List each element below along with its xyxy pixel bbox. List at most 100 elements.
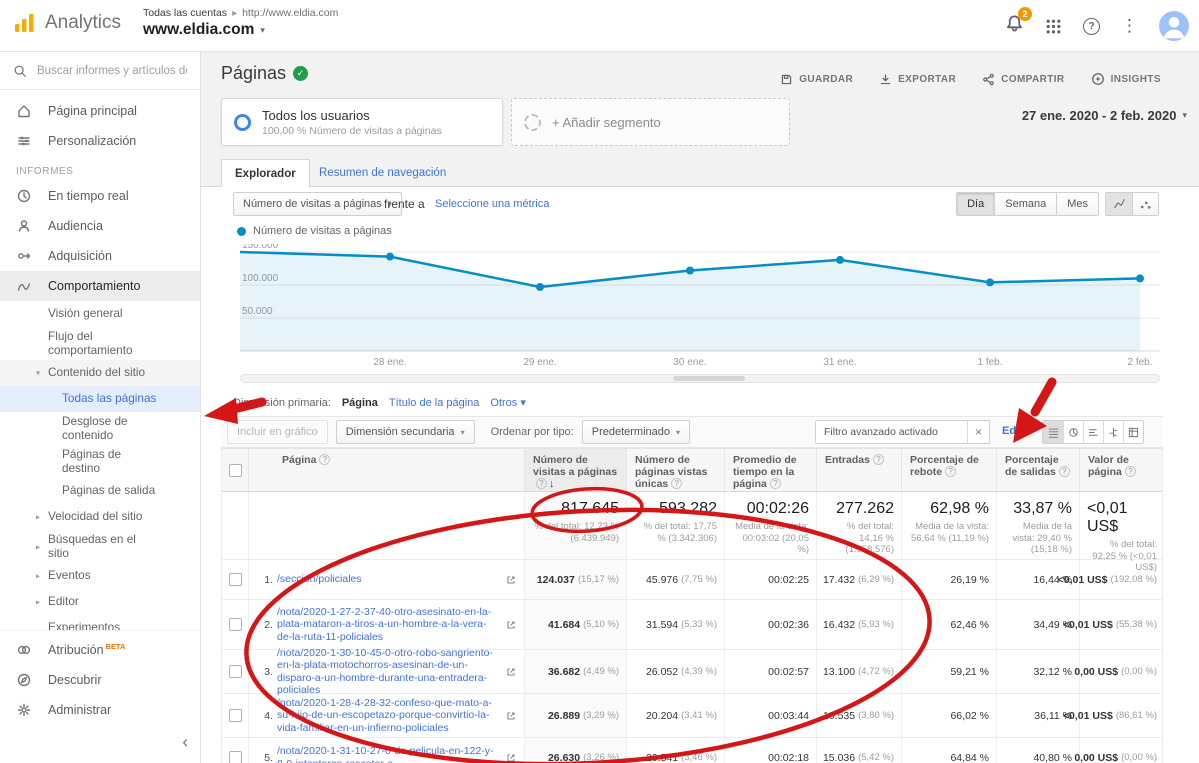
add-segment-card[interactable]: + Añadir segmento bbox=[511, 98, 790, 146]
sidebar-item-site-search[interactable]: ▸ Búsquedas en el sitio bbox=[0, 530, 200, 563]
breadcrumb-property[interactable]: http://www.eldia.com bbox=[242, 7, 338, 19]
line-chart-icon[interactable] bbox=[1106, 193, 1132, 215]
row-checkbox[interactable] bbox=[229, 573, 242, 586]
select-metric-link[interactable]: Seleccione una métrica bbox=[435, 198, 549, 210]
help-icon[interactable]: ? bbox=[1083, 18, 1100, 35]
sidebar-item-behavior-overview[interactable]: Visión general bbox=[0, 301, 200, 327]
search-input[interactable] bbox=[37, 65, 187, 77]
row-checkbox[interactable] bbox=[229, 709, 242, 722]
date-range-picker[interactable]: 27 ene. 2020 - 2 feb. 2020 ▾ bbox=[1022, 108, 1187, 123]
tab-explorer[interactable]: Explorador bbox=[221, 159, 310, 187]
analytics-logo-icon bbox=[12, 11, 36, 35]
sidebar-item-admin[interactable]: Administrar bbox=[0, 695, 200, 725]
row-checkbox[interactable] bbox=[229, 665, 242, 678]
sidebar-item-discover[interactable]: Descubrir bbox=[0, 665, 200, 695]
chart-scrollbar[interactable] bbox=[240, 374, 1160, 383]
breadcrumb-account[interactable]: Todas las cuentas bbox=[143, 7, 227, 19]
page-title: Páginas bbox=[221, 63, 286, 84]
avatar[interactable] bbox=[1159, 11, 1189, 41]
table-view-icon[interactable] bbox=[1043, 421, 1063, 443]
page-link[interactable]: /nota/2020-1-28-4-28-32-confeso-que-mato… bbox=[277, 697, 500, 735]
sidebar-item-acquisition[interactable]: Adquisición bbox=[0, 241, 200, 271]
column-header-page[interactable]: Página? bbox=[248, 449, 524, 491]
dimension-page-title[interactable]: Título de la página bbox=[389, 397, 480, 409]
cell-entrances: 10.535(3,80 %) bbox=[816, 694, 901, 737]
filter-close-icon[interactable]: × bbox=[967, 421, 989, 443]
sidebar-item-customization[interactable]: Personalización bbox=[0, 126, 200, 156]
sidebar-item-site-content[interactable]: ▾ Contenido del sitio bbox=[0, 360, 200, 386]
external-link-icon[interactable] bbox=[504, 709, 518, 723]
legend-dot-icon bbox=[237, 227, 246, 236]
sidebar-item-realtime[interactable]: En tiempo real bbox=[0, 181, 200, 211]
sidebar-item-landing-pages[interactable]: Páginas de destino bbox=[0, 445, 200, 478]
granularity-month[interactable]: Mes bbox=[1056, 193, 1098, 215]
performance-view-icon[interactable] bbox=[1083, 421, 1103, 443]
share-button[interactable]: COMPARTIR bbox=[982, 72, 1064, 86]
comparison-view-icon[interactable] bbox=[1103, 421, 1123, 443]
edit-filter-link[interactable]: Editar bbox=[1002, 425, 1033, 437]
granularity-week[interactable]: Semana bbox=[994, 193, 1056, 215]
sidebar-item-behavior-flow[interactable]: Flujo del comportamiento bbox=[0, 327, 200, 360]
sidebar-item-all-pages[interactable]: Todas las páginas bbox=[0, 386, 200, 412]
column-header-avg-time[interactable]: Promedio de tiempo en la página? bbox=[724, 449, 816, 491]
row-checkbox[interactable] bbox=[229, 618, 242, 631]
chart-scroll-handle[interactable] bbox=[673, 376, 745, 381]
sidebar-item-events[interactable]: ▸ Eventos bbox=[0, 563, 200, 589]
motion-chart-icon[interactable] bbox=[1132, 193, 1158, 215]
property-switcher[interactable]: www.eldia.com ▾ bbox=[143, 21, 338, 39]
external-link-icon[interactable] bbox=[504, 573, 518, 587]
page-link[interactable]: /nota/2020-1-27-2-37-40-otro-asesinato-e… bbox=[277, 606, 500, 644]
select-all-checkbox[interactable] bbox=[229, 464, 242, 477]
sidebar-collapse-icon[interactable]: ‹ bbox=[182, 732, 188, 752]
more-vertical-icon[interactable]: ⋮ bbox=[1121, 16, 1138, 36]
page-link[interactable]: /seccion/policiales bbox=[277, 573, 500, 586]
sort-type-dropdown[interactable]: Predeterminado ▾ bbox=[582, 420, 690, 444]
tab-navigation-summary[interactable]: Resumen de navegación bbox=[309, 159, 456, 187]
sidebar-item-site-speed[interactable]: ▸ Velocidad del sitio bbox=[0, 504, 200, 530]
column-header-page-value[interactable]: Valor de página? bbox=[1079, 449, 1164, 491]
notifications-button[interactable]: 2 bbox=[1005, 14, 1024, 38]
sidebar-item-publisher[interactable]: ▸ Editor bbox=[0, 589, 200, 615]
verified-badge-icon: ✓ bbox=[293, 66, 308, 81]
column-header-visits[interactable]: Número de visitas a páginas?↓ bbox=[524, 449, 626, 491]
apps-grid-icon[interactable] bbox=[1045, 18, 1062, 35]
insights-button[interactable]: INSIGHTS bbox=[1091, 72, 1161, 86]
external-link-icon[interactable] bbox=[504, 665, 518, 679]
column-header-unique-views[interactable]: Número de páginas vistas únicas? bbox=[626, 449, 724, 491]
page-link[interactable]: /nota/2020-1-31-10-27-0-de-pelicula-en-1… bbox=[277, 745, 500, 763]
sidebar-item-audience[interactable]: Audiencia bbox=[0, 211, 200, 241]
page-link[interactable]: /nota/2020-1-30-10-45-0-otro-robo-sangri… bbox=[277, 647, 500, 697]
percentage-view-icon[interactable] bbox=[1063, 421, 1083, 443]
column-header-bounce[interactable]: Porcentaje de rebote? bbox=[901, 449, 996, 491]
column-header-entrances[interactable]: Entradas? bbox=[816, 449, 901, 491]
dimension-page[interactable]: Página bbox=[342, 397, 378, 409]
metric-dropdown[interactable]: Número de visitas a páginas ▾ bbox=[233, 192, 402, 216]
total-avg-time: 00:02:26Media de la vista: 00:03:02 (20,… bbox=[724, 492, 816, 559]
save-button[interactable]: GUARDAR bbox=[780, 72, 853, 86]
pivot-view-icon[interactable] bbox=[1123, 421, 1143, 443]
sidebar-item-behavior[interactable]: Comportamiento bbox=[0, 271, 200, 301]
table-row: 2./nota/2020-1-27-2-37-40-otro-asesinato… bbox=[222, 600, 1162, 650]
add-segment-label: + Añadir segmento bbox=[552, 115, 661, 130]
external-link-icon[interactable] bbox=[504, 618, 518, 632]
dimension-others[interactable]: Otros ▾ bbox=[490, 396, 526, 409]
granularity-toggle: Día Semana Mes bbox=[956, 192, 1099, 216]
sidebar-item-home[interactable]: Página principal bbox=[0, 96, 200, 126]
column-header-exit[interactable]: Porcentaje de salidas? bbox=[996, 449, 1079, 491]
cell-unique-views: 26.052(4,39 %) bbox=[626, 650, 724, 693]
chevron-down-icon: ▾ bbox=[461, 428, 465, 437]
granularity-day[interactable]: Día bbox=[957, 193, 994, 215]
segment-card[interactable]: Todos los usuarios 100,00 % Número de vi… bbox=[221, 98, 503, 146]
sidebar-search[interactable] bbox=[0, 52, 200, 90]
sidebar-item-content-drilldown[interactable]: Desglose de contenido bbox=[0, 412, 200, 445]
row-checkbox[interactable] bbox=[229, 751, 242, 763]
export-button[interactable]: EXPORTAR bbox=[879, 72, 956, 86]
notifications-badge: 2 bbox=[1018, 7, 1032, 21]
sidebar-item-exit-pages[interactable]: Páginas de salida bbox=[0, 478, 200, 504]
external-link-icon[interactable] bbox=[504, 751, 518, 763]
analytics-logo[interactable]: Analytics bbox=[12, 11, 121, 35]
secondary-dimension-dropdown[interactable]: Dimensión secundaria ▾ bbox=[336, 420, 475, 444]
plot-rows-button[interactable]: Incluir en gráfico bbox=[227, 420, 328, 444]
sidebar-item-attribution[interactable]: AtribuciónBETA bbox=[0, 635, 200, 665]
chevron-right-icon: ▸ bbox=[36, 595, 40, 609]
